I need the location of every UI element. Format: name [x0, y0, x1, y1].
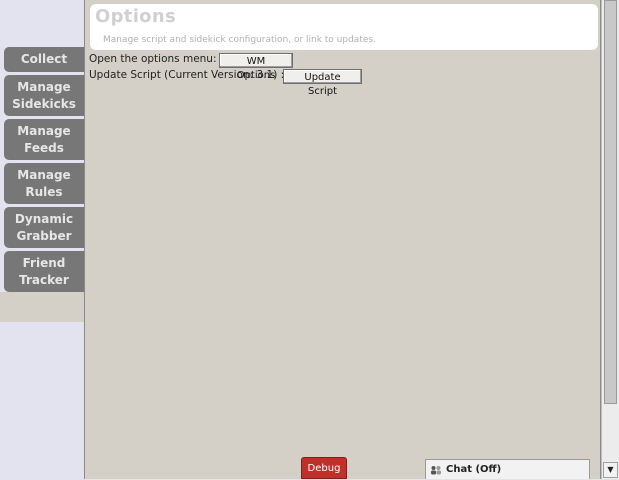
options-menu-label: Open the options menu: — [89, 53, 217, 65]
chat-label: Chat (Off) — [446, 464, 502, 475]
vertical-scrollbar[interactable]: ▼ — [601, 0, 619, 479]
tab-label-line1: Dynamic — [14, 211, 74, 226]
scroll-down-arrow-icon[interactable]: ▼ — [603, 462, 618, 478]
wm-options-button[interactable]: WM Options — [219, 53, 293, 81]
tab-friend-tracker[interactable]: Friend Tracker — [4, 251, 84, 292]
left-strip-notch — [0, 292, 84, 322]
tab-collect[interactable]: Collect — [4, 47, 84, 72]
tab-manage-rules[interactable]: Manage Rules — [4, 163, 84, 204]
tab-manage-feeds[interactable]: Manage Feeds — [4, 119, 84, 160]
chat-bar[interactable]: Chat (Off) — [425, 459, 590, 479]
update-script-label: Update Script (Current Version: 3.1) : — [89, 69, 285, 81]
tab-label: Collect — [20, 52, 68, 66]
page-title: Options — [95, 6, 176, 27]
page-header: Options Manage script and sidekick confi… — [90, 4, 598, 50]
tab-dynamic-grabber[interactable]: Dynamic Grabber — [4, 207, 84, 248]
tab-label-line2: Feeds — [24, 140, 64, 155]
tab-label-line2: Grabber — [16, 228, 72, 243]
update-script-button[interactable]: Update Script — [283, 69, 362, 97]
tab-label-line2: Rules — [25, 184, 63, 199]
chat-people-icon — [431, 466, 441, 475]
tab-label-line1: Manage — [17, 167, 71, 182]
tab-label-line1: Manage — [17, 79, 71, 94]
tab-label-line2: Tracker — [19, 272, 69, 287]
tab-label-line2: Sidekicks — [12, 96, 76, 111]
scroll-thumb[interactable] — [604, 0, 617, 404]
tab-manage-sidekicks[interactable]: Manage Sidekicks — [4, 75, 84, 116]
page-subtitle: Manage script and sidekick configuration… — [103, 35, 376, 45]
debug-button[interactable]: Debug — [301, 457, 347, 479]
tab-label-line1: Manage — [17, 123, 71, 138]
options-panel: Options Manage script and sidekick confi… — [84, 0, 601, 479]
tab-label-line1: Friend — [22, 255, 66, 270]
